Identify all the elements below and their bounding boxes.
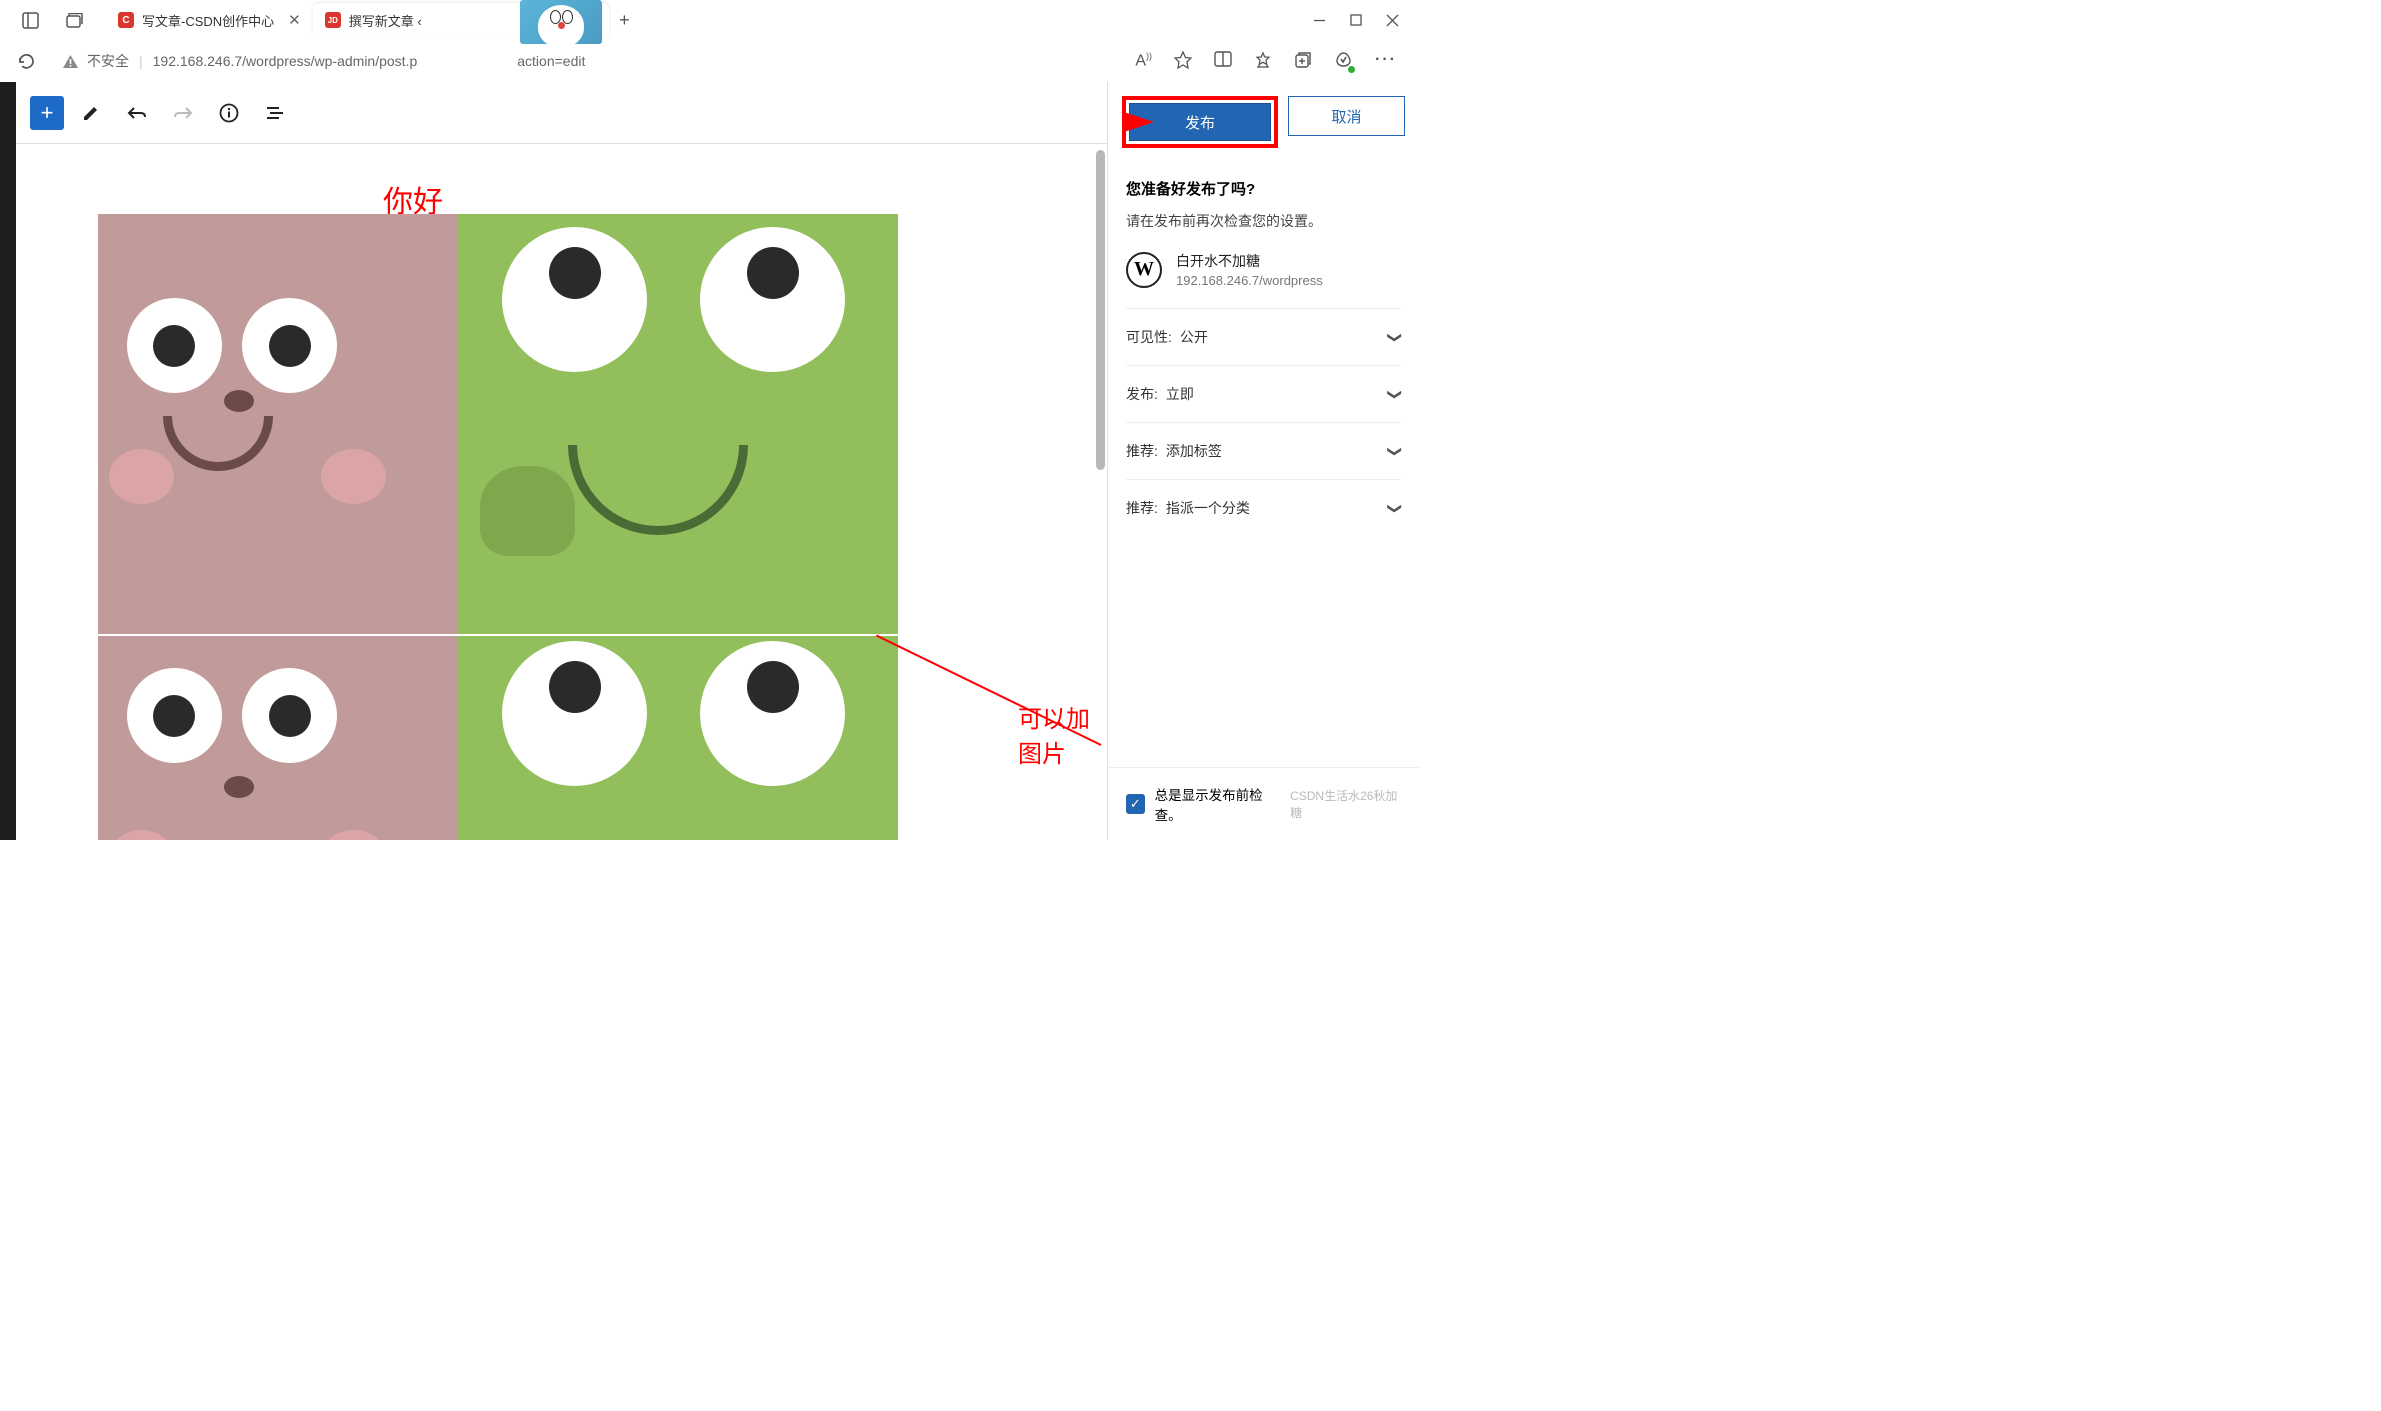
site-url: 192.168.246.7/wordpress	[1176, 273, 1323, 288]
publish-time-row[interactable]: 发布: 立即 ❯	[1126, 365, 1401, 422]
sidebar-body: 您准备好发布了吗? 请在发布前再次检查您的设置。 W 白开水不加糖 192.16…	[1108, 162, 1419, 767]
row-key: 推荐:	[1126, 498, 1158, 518]
sidebar-toggle-icon[interactable]	[18, 8, 42, 32]
row-key: 发布:	[1126, 384, 1158, 404]
chevron-down-icon: ❯	[1387, 445, 1404, 457]
favorite-icon[interactable]	[1174, 51, 1192, 70]
insecure-label: 不安全	[87, 51, 129, 71]
outline-icon[interactable]	[256, 94, 294, 132]
sidebar-footer: ✓ 总是显示发布前检查。 CSDN生活水26秋加糖	[1108, 767, 1419, 840]
publish-highlight: 发布	[1122, 96, 1278, 148]
redo-icon[interactable]	[164, 94, 202, 132]
window-controls	[1301, 14, 1411, 27]
ready-description: 请在发布前再次检查您的设置。	[1126, 211, 1401, 231]
row-key: 推荐:	[1126, 441, 1158, 461]
chevron-down-icon: ❯	[1387, 388, 1404, 400]
info-icon[interactable]	[210, 94, 248, 132]
row-val: 指派一个分类	[1166, 498, 1250, 518]
row-key: 可见性:	[1126, 327, 1172, 347]
address-bar: 不安全 | 192.168.246.7/wordpress/wp-admin/p…	[0, 40, 1419, 82]
image-block[interactable]	[98, 214, 898, 634]
refresh-icon[interactable]	[12, 47, 40, 75]
performance-icon[interactable]	[1334, 51, 1353, 70]
tab-title: 撰写新文章 ‹	[349, 11, 422, 30]
annotation-arrow-icon	[1124, 112, 1154, 132]
collections-icon[interactable]	[1294, 51, 1312, 70]
new-tab-button[interactable]: +	[609, 10, 640, 31]
annotation-text: 可以加图片	[1018, 699, 1107, 769]
add-block-button[interactable]: +	[30, 96, 64, 130]
row-val: 公开	[1180, 327, 1208, 347]
minimize-icon[interactable]	[1313, 14, 1326, 27]
tags-row[interactable]: 推荐: 添加标签 ❯	[1126, 422, 1401, 479]
editor-toolbar: +	[16, 82, 1107, 144]
watermark-text: CSDN生活水26秋加糖	[1290, 787, 1401, 821]
undo-icon[interactable]	[118, 94, 156, 132]
maximize-icon[interactable]	[1350, 14, 1362, 27]
cancel-button[interactable]: 取消	[1288, 96, 1405, 136]
site-name: 白开水不加糖	[1176, 251, 1323, 271]
window-close-icon[interactable]	[1386, 14, 1399, 27]
site-info: W 白开水不加糖 192.168.246.7/wordpress	[1126, 251, 1401, 308]
split-screen-icon[interactable]	[1214, 51, 1232, 70]
read-aloud-icon[interactable]: A))	[1135, 51, 1152, 70]
more-icon[interactable]: ···	[1375, 51, 1397, 70]
browser-tabs: C 写文章-CSDN创作中心 ✕ JD 撰写新文章 ‹ — W ✕ +	[106, 3, 1301, 37]
publish-sidebar: 发布 取消 您准备好发布了吗? 请在发布前再次检查您的设置。 W 白开水不加糖 …	[1107, 82, 1419, 840]
image-block[interactable]	[98, 636, 898, 840]
always-show-label: 总是显示发布前检查。	[1155, 784, 1280, 824]
chevron-down-icon: ❯	[1387, 331, 1404, 343]
editor-main: + 你好 可以加图片	[16, 82, 1107, 840]
warning-icon	[62, 54, 79, 69]
visibility-row[interactable]: 可见性: 公开 ❯	[1126, 308, 1401, 365]
tab-overview-icon[interactable]	[62, 8, 86, 32]
url-text-suffix: action=edit	[517, 53, 585, 69]
tab-favicon-icon: JD	[325, 12, 341, 28]
always-show-checkbox[interactable]: ✓	[1126, 794, 1145, 814]
url-text: 192.168.246.7/wordpress/wp-admin/post.p	[153, 53, 418, 69]
favorites-bar-icon[interactable]	[1254, 51, 1272, 70]
close-icon[interactable]: ✕	[288, 11, 301, 29]
tab-favicon-icon: C	[118, 12, 134, 28]
wp-admin-bar[interactable]	[0, 82, 16, 840]
avatar-overlay-image	[520, 0, 602, 44]
tab-csdn[interactable]: C 写文章-CSDN创作中心 ✕	[106, 3, 313, 37]
browser-titlebar: C 写文章-CSDN创作中心 ✕ JD 撰写新文章 ‹ — W ✕ +	[0, 0, 1419, 40]
url-separator: |	[139, 53, 143, 69]
edit-icon[interactable]	[72, 94, 110, 132]
ready-heading: 您准备好发布了吗?	[1126, 178, 1401, 199]
url-input[interactable]: 不安全 | 192.168.246.7/wordpress/wp-admin/p…	[48, 45, 1117, 77]
editor-canvas[interactable]: 你好 可以加图片	[16, 144, 1107, 840]
sidebar-actions: 发布 取消	[1108, 82, 1419, 162]
category-row[interactable]: 推荐: 指派一个分类 ❯	[1126, 479, 1401, 536]
row-val: 立即	[1166, 384, 1194, 404]
wordpress-editor-app: + 你好 可以加图片	[0, 82, 1419, 840]
wordpress-logo-icon: W	[1126, 252, 1162, 288]
chevron-down-icon: ❯	[1387, 502, 1404, 514]
tab-title: 写文章-CSDN创作中心	[142, 11, 274, 30]
row-val: 添加标签	[1166, 441, 1222, 461]
